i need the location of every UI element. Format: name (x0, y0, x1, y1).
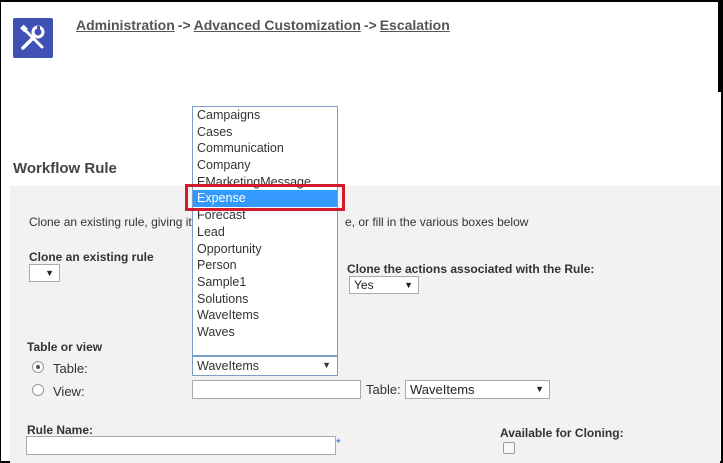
dropdown-option-company[interactable]: Company (193, 157, 337, 174)
available-for-cloning-label: Available for Cloning: (500, 426, 624, 440)
breadcrumb-advanced-customization-link[interactable]: Advanced Customization (194, 17, 361, 33)
top-border (0, 0, 723, 92)
rule-name-label: Rule Name: (27, 423, 94, 437)
dropdown-option-campaigns[interactable]: Campaigns (193, 107, 337, 124)
table-or-view-label: Table or view (27, 340, 103, 354)
page-title: Workflow Rule (13, 160, 117, 177)
clone-actions-value: Yes (354, 278, 374, 292)
table-radio[interactable] (32, 361, 44, 373)
dropdown-option-communication[interactable]: Communication (193, 140, 337, 157)
breadcrumb-separator: -> (177, 17, 191, 33)
rule-name-input[interactable] (26, 436, 336, 455)
clone-actions-label: Clone the actions associated with the Ru… (347, 262, 595, 276)
dropdown-option-sample1[interactable]: Sample1 (193, 274, 337, 291)
dropdown-option-lead[interactable]: Lead (193, 224, 337, 241)
breadcrumb-escalation-link[interactable]: Escalation (380, 17, 450, 33)
dropdown-option-waveitems[interactable]: WaveItems (193, 307, 337, 324)
clone-existing-select[interactable]: ▼ (29, 264, 60, 282)
clone-existing-label: Clone an existing rule (29, 250, 154, 264)
dropdown-option-person[interactable]: Person (193, 257, 337, 274)
breadcrumb-separator: -> (363, 17, 377, 33)
chevron-down-icon: ▼ (404, 280, 413, 290)
dropdown-option-opportunity[interactable]: Opportunity (193, 241, 337, 258)
top-line (0, 0, 723, 2)
chevron-down-icon: ▼ (45, 268, 54, 278)
clone-intro-text-tail: e, or fill in the various boxes below (345, 215, 529, 229)
view-radio-label: View: (53, 384, 85, 399)
dropdown-option-cases[interactable]: Cases (193, 124, 337, 141)
table-dropdown-list[interactable]: Campaigns Cases Communication Company EMarke… (192, 106, 338, 356)
view-table-label: Table: (366, 382, 401, 397)
tools-icon (13, 18, 53, 58)
dropdown-option-solutions[interactable]: Solutions (193, 291, 337, 308)
required-marker: * (336, 436, 341, 450)
breadcrumb-administration-link[interactable]: Administration (76, 17, 175, 33)
view-input[interactable] (192, 380, 361, 399)
available-for-cloning-checkbox[interactable] (503, 442, 515, 454)
table-radio-label: Table: (53, 361, 88, 376)
dropdown-option-waves[interactable]: Waves (193, 324, 337, 341)
breadcrumb: Administration -> Advanced Customization ->… (76, 17, 450, 33)
chevron-down-icon: ▼ (535, 384, 544, 394)
table-select-value: WaveItems (197, 359, 260, 373)
view-table-value: WaveItems (410, 382, 475, 397)
table-select[interactable]: WaveItems ▼ (192, 356, 338, 376)
view-radio[interactable] (32, 384, 44, 396)
clone-intro-text: Clone an existing rule, giving it (29, 215, 192, 229)
view-table-select[interactable]: WaveItems ▼ (405, 380, 550, 399)
expense-highlight-box (185, 184, 345, 211)
clone-actions-select[interactable]: Yes ▼ (349, 276, 419, 294)
chevron-down-icon: ▼ (322, 360, 331, 370)
